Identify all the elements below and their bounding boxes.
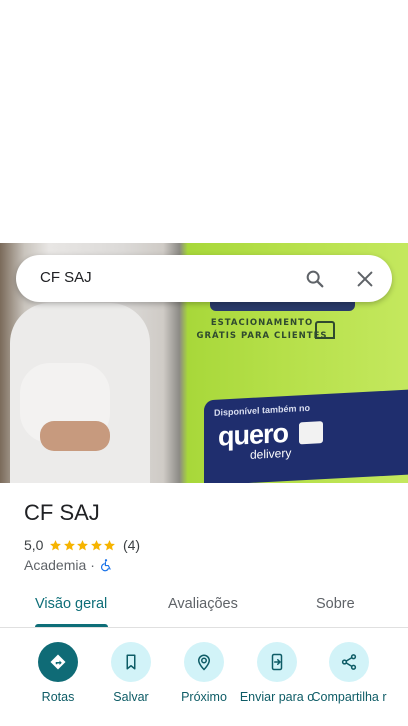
star-icon: [64, 539, 75, 550]
garage-icon: [315, 321, 335, 339]
separator-dot: ·: [90, 557, 95, 573]
send-to-phone-button[interactable]: Enviar para o: [237, 642, 317, 726]
rating-value: 5,0: [24, 537, 44, 553]
bookmark-icon[interactable]: [111, 642, 151, 682]
tab-overview[interactable]: Visão geral: [35, 596, 107, 612]
share-button[interactable]: Compartilha r: [309, 642, 389, 726]
directions-button[interactable]: Rotas: [18, 642, 98, 726]
active-tab-indicator: [35, 624, 108, 627]
share-label: Compartilha r: [311, 690, 387, 704]
review-count[interactable]: (4): [123, 537, 140, 553]
search-icon[interactable]: [304, 268, 326, 290]
photo-banner: Disponível também no quero delivery: [204, 389, 408, 483]
tab-about[interactable]: Sobre: [316, 596, 355, 612]
star-icon: [91, 539, 102, 550]
save-button[interactable]: Salvar: [91, 642, 171, 726]
place-title: CF SAJ: [24, 500, 100, 525]
photo-hand: [40, 421, 110, 451]
search-bar[interactable]: CF SAJ: [16, 255, 392, 302]
directions-label: Rotas: [41, 690, 75, 704]
star-icon: [104, 539, 116, 550]
nearby-icon[interactable]: [184, 642, 224, 682]
nearby-button[interactable]: Próximo: [164, 642, 244, 726]
wheelchair-accessible-icon: [100, 559, 111, 572]
photo-sign-top: [210, 301, 355, 311]
banner-sub-text: delivery: [250, 445, 292, 462]
save-label: Salvar: [113, 690, 149, 704]
star-icon: [77, 539, 89, 550]
place-tabs: Visão geral Avaliações Sobre: [0, 585, 408, 628]
photo-sign-text: ESTACIONAMENTO GRÁTIS PARA CLIENTES: [196, 318, 328, 341]
close-icon[interactable]: [354, 268, 376, 290]
directions-icon[interactable]: [38, 642, 78, 682]
place-category: Academia: [24, 557, 87, 573]
tab-reviews[interactable]: Avaliações: [168, 596, 238, 612]
banner-small-text: Disponível também no: [214, 402, 311, 418]
send-to-phone-icon[interactable]: [257, 642, 297, 682]
rating-stars: [49, 539, 117, 552]
share-icon[interactable]: [329, 642, 369, 682]
send-to-phone-label: Enviar para o: [239, 690, 315, 704]
star-icon: [50, 539, 62, 550]
map-blank-area: [0, 0, 408, 243]
search-query[interactable]: CF SAJ: [40, 269, 92, 286]
nearby-label: Próximo: [181, 690, 227, 704]
bag-icon: [299, 421, 323, 445]
category-row: Academia ·: [24, 557, 113, 573]
rating-row[interactable]: 5,0 (4): [24, 537, 140, 553]
